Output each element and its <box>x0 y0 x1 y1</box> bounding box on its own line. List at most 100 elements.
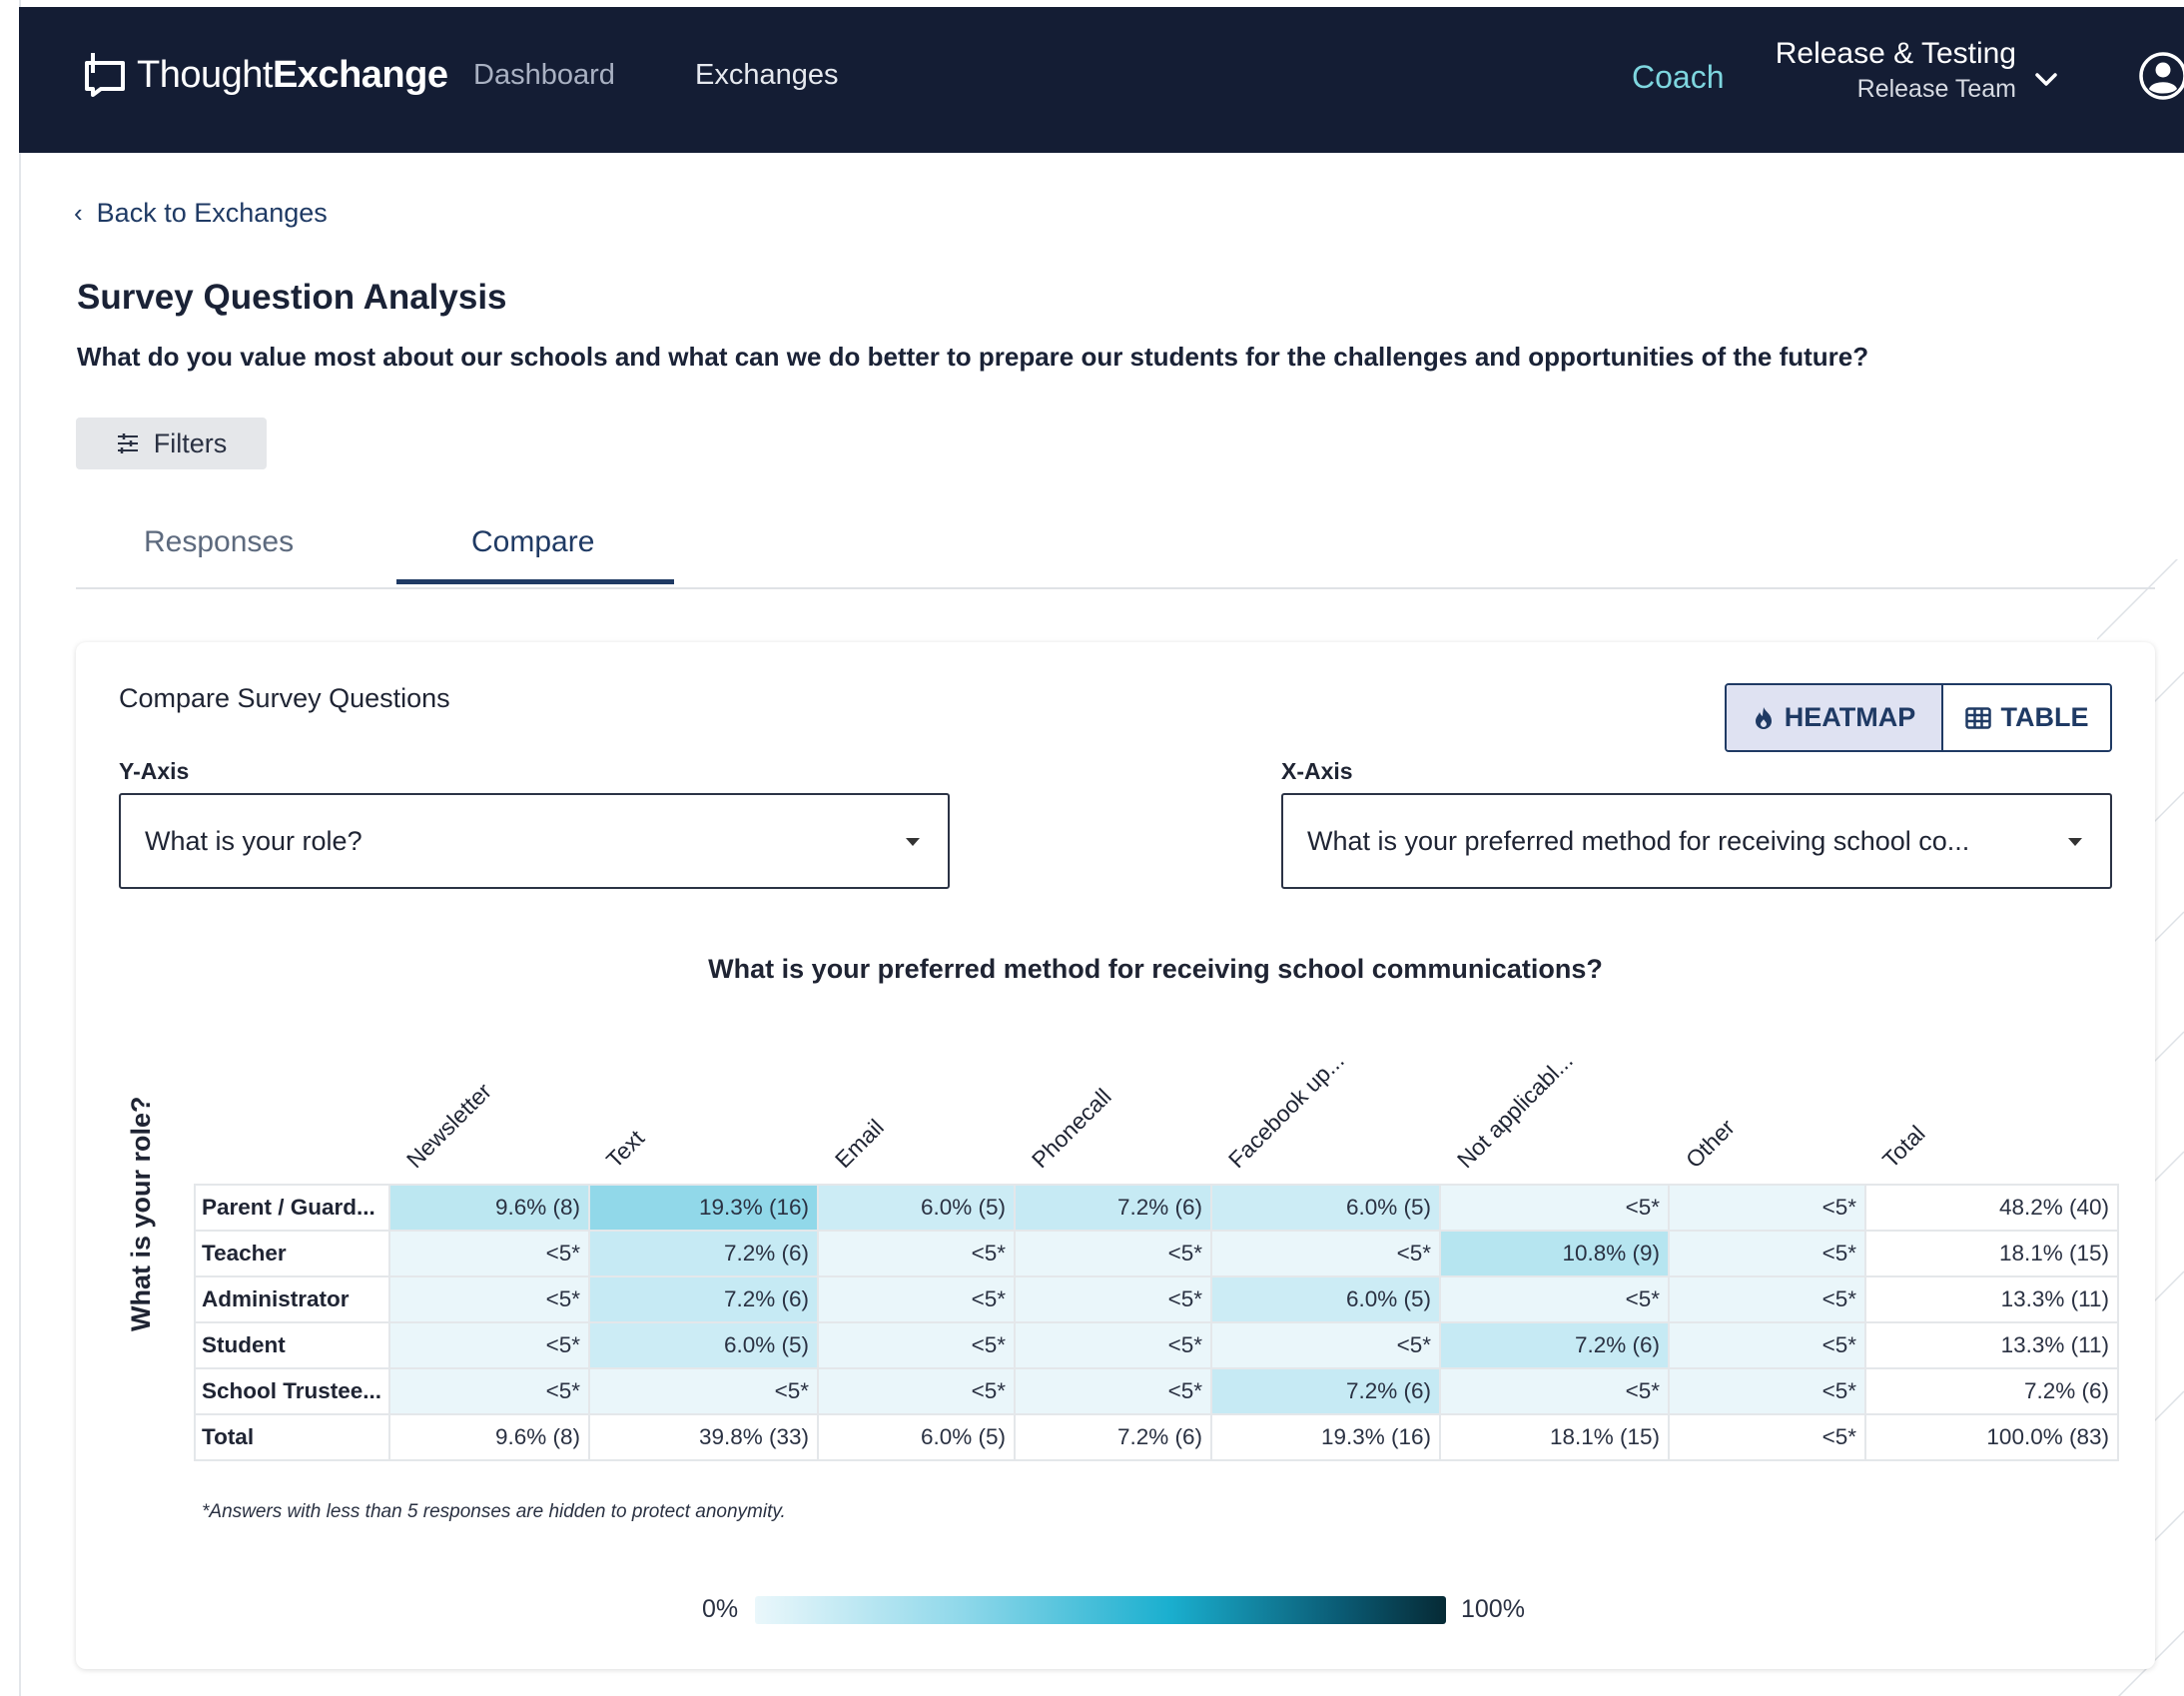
heatmap-cell: <5* <box>1668 1367 1866 1415</box>
heatmap-cell: <5* <box>388 1321 590 1369</box>
heatmap-row-label: School Trustee... <box>194 1367 390 1415</box>
heatmap-total-cell: 6.0% (5) <box>817 1413 1016 1461</box>
heatmap-cell: <5* <box>1210 1230 1441 1277</box>
anonymity-footnote: *Answers with less than 5 responses are … <box>202 1501 786 1522</box>
view-toggle: HEATMAP TABLE <box>1725 683 2112 752</box>
user-avatar-icon[interactable] <box>2138 51 2184 101</box>
heatmap-total-cell: 7.2% (6) <box>1014 1413 1212 1461</box>
legend-color-scale <box>755 1596 1446 1624</box>
heatmap-cell: <5* <box>1668 1275 1866 1323</box>
heatmap-column-label: Facebook up... <box>1222 1047 1349 1174</box>
heatmap-cell: <5* <box>1439 1275 1670 1323</box>
heatmap-total-cell: 100.0% (83) <box>1864 1413 2119 1461</box>
heatmap-cell: <5* <box>817 1275 1016 1323</box>
legend-max-label: 100% <box>1461 1595 1525 1623</box>
heatmap-cell: <5* <box>388 1275 590 1323</box>
heatmap-row-label: Teacher <box>194 1230 390 1277</box>
heatmap-row-total-cell: 18.1% (15) <box>1864 1230 2119 1277</box>
page-title: Survey Question Analysis <box>77 278 507 317</box>
heatmap-cell: 9.6% (8) <box>388 1184 590 1232</box>
coach-link[interactable]: Coach <box>1632 59 1725 96</box>
dropdown-caret-icon <box>2068 838 2082 846</box>
heatmap-cell: 7.2% (6) <box>1439 1321 1670 1369</box>
heatmap-row: Parent / Guard... 9.6% (8) 19.3% (16) 6.0% … <box>194 1184 2119 1232</box>
filters-label: Filters <box>153 427 228 458</box>
card-title: Compare Survey Questions <box>119 683 450 713</box>
tab-responses[interactable]: Responses <box>144 525 294 559</box>
heatmap-cell: <5* <box>388 1230 590 1277</box>
heatmap-label: HEATMAP <box>1784 702 1916 732</box>
heatmap-cell: 7.2% (6) <box>588 1230 819 1277</box>
nav-dashboard-link[interactable]: Dashboard <box>473 59 615 92</box>
heatmap-total-cell: <5* <box>1668 1413 1866 1461</box>
heatmap-cell: <5* <box>1668 1230 1866 1277</box>
heatmap-column-label: Other <box>1680 1114 1740 1174</box>
heatmap-column-label: Text <box>600 1125 650 1174</box>
heatmap-cell: 19.3% (16) <box>588 1184 819 1232</box>
y-axis-select[interactable]: What is your role? <box>119 793 950 889</box>
heatmap-cell: 6.0% (5) <box>588 1321 819 1369</box>
heatmap-column-label: Email <box>829 1114 889 1174</box>
tab-compare[interactable]: Compare <box>471 525 594 559</box>
compare-survey-questions-card: Compare Survey Questions HEATMAP TABLE Y… <box>76 642 2155 1669</box>
heatmap-cell: <5* <box>1668 1321 1866 1369</box>
x-axis-field-label: X-Axis <box>1281 758 1353 784</box>
flame-icon <box>1755 706 1772 729</box>
heatmap-column-label: Not applicabl... <box>1451 1047 1578 1174</box>
heatmap-cell: <5* <box>1668 1184 1866 1232</box>
chevron-down-icon[interactable] <box>2031 65 2061 95</box>
heatmap-cell: <5* <box>588 1367 819 1415</box>
heatmap-table: Parent / Guard... 9.6% (8) 19.3% (16) 6.0% … <box>194 1184 2119 1461</box>
brand-logo[interactable]: ThoughtExchange <box>79 49 448 101</box>
brand-name: ThoughtExchange <box>137 53 448 96</box>
heatmap-cell: <5* <box>1014 1367 1212 1415</box>
heatmap-y-title: What is your role? <box>126 1096 156 1331</box>
heatmap-row: Administrator <5* 7.2% (6) <5* <5* 6.0% (5) <5… <box>194 1275 2119 1323</box>
dropdown-caret-icon <box>906 838 920 846</box>
nav-exchanges-link[interactable]: Exchanges <box>695 59 839 92</box>
heatmap-row-label: Administrator <box>194 1275 390 1323</box>
heatmap-total-label: Total <box>194 1413 390 1461</box>
heatmap-row-label: Parent / Guard... <box>194 1184 390 1232</box>
heatmap-total-cell: 19.3% (16) <box>1210 1413 1441 1461</box>
y-axis-select-value: What is your role? <box>145 825 363 856</box>
x-axis-select[interactable]: What is your preferred method for receiv… <box>1281 793 2112 889</box>
heatmap-row-total-cell: 48.2% (40) <box>1864 1184 2119 1232</box>
legend-min-label: 0% <box>702 1595 739 1623</box>
heatmap-title: What is your preferred method for receiv… <box>708 954 1603 984</box>
heatmap-row-total-cell: 13.3% (11) <box>1864 1275 2119 1323</box>
heatmap-cell: <5* <box>817 1230 1016 1277</box>
x-axis-select-value: What is your preferred method for receiv… <box>1307 825 1970 856</box>
thoughtexchange-logo-icon <box>85 53 125 97</box>
back-to-exchanges-link[interactable]: ‹ Back to Exchanges <box>74 198 328 229</box>
heatmap-total-cell: 39.8% (33) <box>588 1413 819 1461</box>
heatmap-total-cell: 9.6% (8) <box>388 1413 590 1461</box>
heatmap-cell: <5* <box>1210 1321 1441 1369</box>
heatmap-cell: <5* <box>817 1367 1016 1415</box>
chevron-left-icon: ‹ <box>74 198 83 228</box>
y-axis-field-label: Y-Axis <box>119 758 190 784</box>
sliders-icon <box>116 432 140 454</box>
heatmap-cell: 7.2% (6) <box>1210 1367 1441 1415</box>
filters-button[interactable]: Filters <box>76 418 267 469</box>
heatmap-row-total-cell: 7.2% (6) <box>1864 1367 2119 1415</box>
org-switcher[interactable]: Release & Testing Release Team <box>1776 37 2016 104</box>
table-toggle-button[interactable]: TABLE <box>1943 685 2110 750</box>
heatmap-cell: <5* <box>388 1367 590 1415</box>
heatmap-total-row: Total 9.6% (8) 39.8% (33) 6.0% (5) 7.2% (6) 1… <box>194 1413 2119 1461</box>
active-tab-indicator <box>396 579 674 584</box>
heatmap-cell: <5* <box>1014 1275 1212 1323</box>
left-edge <box>0 0 21 1696</box>
table-label: TABLE <box>2000 702 2089 732</box>
org-name: Release & Testing <box>1775 37 2016 70</box>
top-strip <box>0 0 2184 7</box>
heatmap-cell: 10.8% (9) <box>1439 1230 1670 1277</box>
heatmap-cell: 6.0% (5) <box>817 1184 1016 1232</box>
heatmap-legend: 0% 100% <box>76 1589 2155 1629</box>
tab-bar: Responses Compare <box>76 509 2155 589</box>
heatmap-toggle-button[interactable]: HEATMAP <box>1727 685 1943 750</box>
heatmap-cell: <5* <box>1439 1367 1670 1415</box>
heatmap-cell: 7.2% (6) <box>1014 1184 1212 1232</box>
heatmap-total-cell: 18.1% (15) <box>1439 1413 1670 1461</box>
heatmap-column-label: Phonecall <box>1026 1083 1116 1174</box>
